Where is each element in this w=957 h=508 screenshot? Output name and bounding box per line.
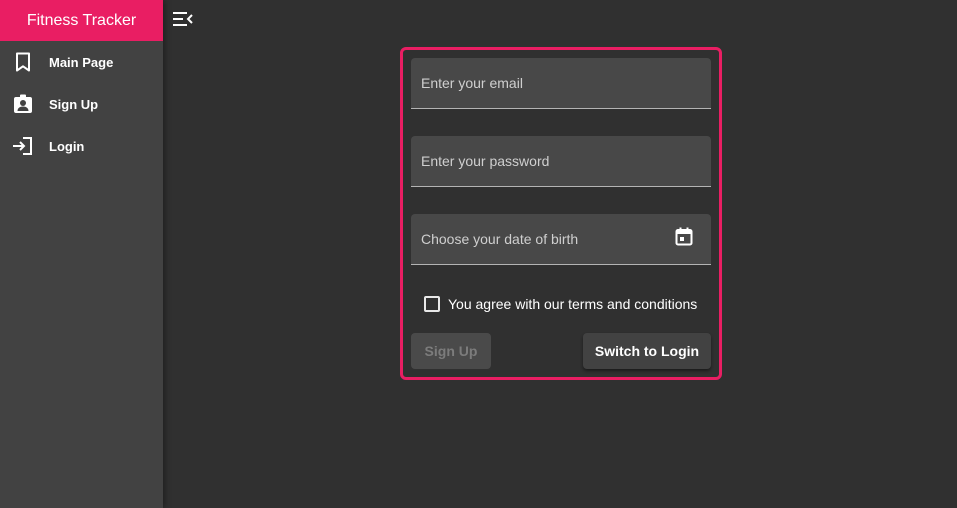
password-field[interactable] bbox=[411, 136, 711, 187]
dob-field[interactable] bbox=[411, 214, 711, 265]
sidebar-item-login[interactable]: Login bbox=[0, 125, 163, 167]
terms-checkbox[interactable] bbox=[424, 296, 440, 312]
datepicker-toggle-button[interactable] bbox=[673, 227, 695, 251]
switch-to-login-button[interactable]: Switch to Login bbox=[583, 333, 711, 369]
menu-toggle-button[interactable] bbox=[172, 11, 194, 31]
email-field[interactable] bbox=[411, 58, 711, 109]
dob-input[interactable] bbox=[421, 231, 674, 247]
password-input[interactable] bbox=[421, 153, 701, 169]
sign-up-button[interactable]: Sign Up bbox=[411, 333, 491, 369]
sidebar-item-label: Sign Up bbox=[49, 96, 99, 112]
email-input[interactable] bbox=[421, 75, 701, 91]
form-actions: Sign Up Switch to Login bbox=[411, 333, 711, 369]
bookmark-icon bbox=[12, 51, 34, 73]
login-icon bbox=[12, 135, 34, 157]
terms-label[interactable]: You agree with our terms and conditions bbox=[448, 296, 697, 312]
app-title: Fitness Tracker bbox=[0, 0, 163, 41]
menu-open-icon bbox=[173, 11, 193, 31]
signup-form: You agree with our terms and conditions … bbox=[400, 47, 722, 380]
sidebar-item-sign-up[interactable]: Sign Up bbox=[0, 83, 163, 125]
sidebar-item-label: Main Page bbox=[49, 54, 114, 70]
calendar-icon bbox=[675, 227, 693, 251]
terms-row: You agree with our terms and conditions bbox=[411, 294, 711, 314]
assignment-ind-icon bbox=[12, 93, 34, 115]
app-root: Fitness Tracker Main Page Sign Up Login … bbox=[0, 0, 957, 508]
sidebar-item-main-page[interactable]: Main Page bbox=[0, 41, 163, 83]
sidebar-item-label: Login bbox=[49, 138, 85, 154]
sidebar: Fitness Tracker Main Page Sign Up Login bbox=[0, 0, 163, 508]
